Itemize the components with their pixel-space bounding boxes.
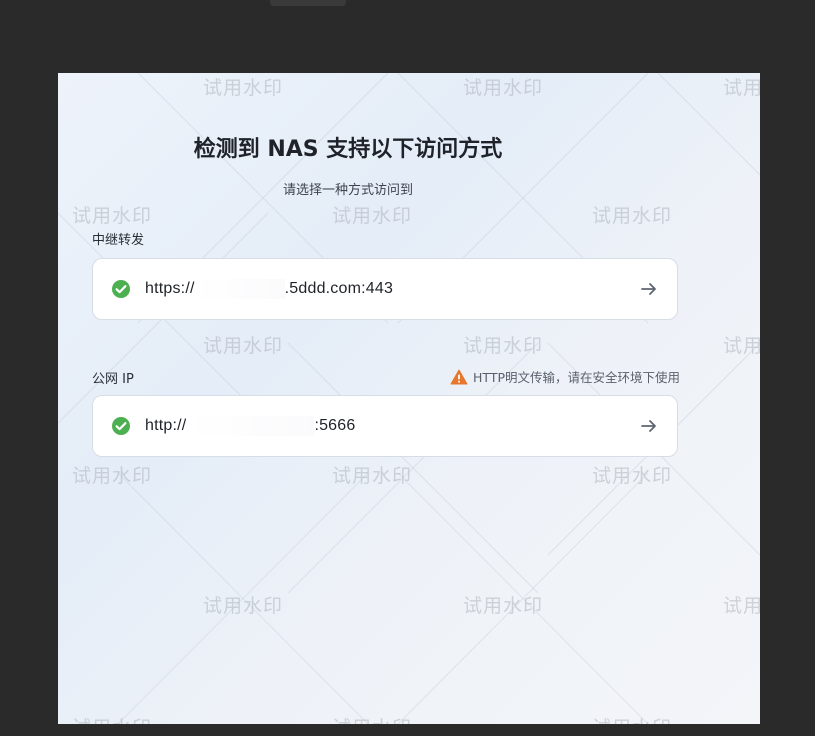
public-ip-url-suffix: :5666 (314, 417, 356, 435)
relay-url-prefix: https:// (145, 280, 195, 298)
check-circle-icon (111, 279, 131, 299)
relay-url: https:// .5ddd.com:443 (145, 279, 639, 299)
relay-section-label: 中继转发 (92, 233, 145, 248)
relay-access-option[interactable]: https:// .5ddd.com:443 (92, 258, 678, 320)
arrow-right-icon (639, 279, 659, 299)
warning-triangle-icon (450, 369, 468, 385)
relay-url-suffix: .5ddd.com:443 (284, 280, 394, 298)
page-subtitle: 请选择一种方式访问到 (282, 183, 413, 198)
http-warning-text: HTTP明文传输，请在安全环境下使用 (473, 370, 680, 385)
redacted-segment (194, 279, 285, 299)
nas-access-panel: 试用水印 试用水印 试用水印 试用水印 试用水印 试用水印 试用水印 试用水印 … (58, 73, 760, 724)
public-ip-section-label: 公网 IP (92, 372, 134, 387)
arrow-right-icon (639, 416, 659, 436)
page-title: 检测到 NAS 支持以下访问方式 (193, 137, 503, 162)
redacted-segment (186, 416, 315, 436)
public-ip-url-prefix: http:// (145, 417, 187, 435)
public-ip-url: http:// :5666 (145, 416, 639, 436)
check-circle-icon (111, 416, 131, 436)
window-tab-handle (270, 0, 346, 6)
http-warning: HTTP明文传输，请在安全环境下使用 (450, 367, 680, 386)
public-ip-access-option[interactable]: http:// :5666 (92, 395, 678, 457)
